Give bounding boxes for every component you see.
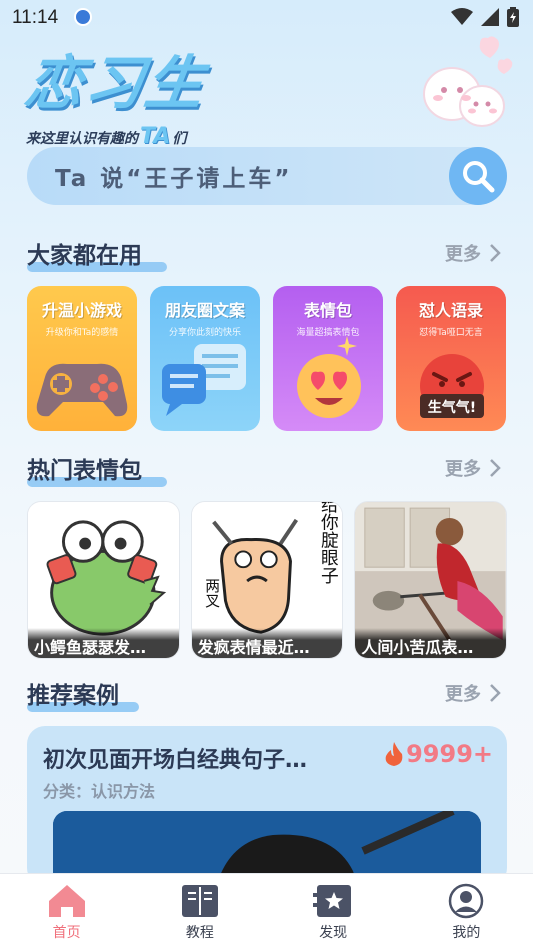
home-icon — [48, 885, 85, 917]
more-label[interactable]: 更多 — [445, 455, 481, 481]
emoji-card-crazy[interactable]: 给你腚眼子 两叉 发疯表情最近… — [190, 501, 344, 659]
bottom-tab-bar: 首页 教程 发现 我的 — [0, 873, 533, 948]
tab-home[interactable]: 首页 — [0, 874, 133, 948]
emoji-bottom-text: 两叉 — [203, 578, 220, 608]
more-label[interactable]: 更多 — [445, 680, 481, 706]
heart-eyes-emoji-icon — [297, 336, 361, 418]
tab-label[interactable]: 教程 — [186, 922, 214, 942]
gamepad-icon — [36, 363, 128, 417]
section-hot-emoji-header: 热门表情包 更多 — [27, 451, 507, 487]
emoji-card-monkey[interactable]: 人间小苦瓜表… — [354, 501, 508, 659]
recommend-case-card[interactable]: 初次见面开场白经典句子… 9999+ 分类：认识方法 — [27, 726, 507, 886]
section-hot-emoji-more[interactable]: 更多 — [445, 455, 501, 481]
tab-label[interactable]: 发现 — [319, 922, 347, 942]
case-category: 分类：认识方法 — [43, 782, 156, 801]
section-popular-header: 大家都在用 更多 — [27, 236, 507, 272]
chat-bubbles-icon — [162, 344, 246, 416]
status-time: 11:14 — [12, 7, 59, 28]
slogan-prefix: 来这里认识有趣的 — [26, 131, 138, 147]
tool-title: 怼人语录 — [418, 301, 483, 320]
wifi-icon — [451, 8, 473, 25]
emoji-caption: 发疯表情最近… — [191, 628, 343, 658]
discover-icon — [313, 885, 352, 917]
tool-title: 升温小游戏 — [41, 301, 122, 320]
tab-discover[interactable]: 发现 — [267, 874, 400, 948]
fire-icon — [385, 742, 403, 766]
chevron-right-icon — [490, 684, 501, 702]
more-label[interactable]: 更多 — [445, 240, 481, 266]
slogan-suffix: 们 — [172, 131, 187, 147]
profile-icon — [449, 883, 484, 919]
section-recommend-header: 推荐案例 更多 — [27, 676, 507, 712]
case-title: 初次见面开场白经典句子… — [43, 748, 308, 773]
search-button[interactable] — [449, 147, 507, 205]
book-icon — [181, 885, 218, 917]
angry-emoji-icon: 生气气! — [420, 354, 484, 418]
chevron-right-icon — [490, 244, 501, 262]
tool-title: 表情包 — [303, 301, 352, 320]
section-hot-emoji-title: 热门表情包 — [27, 458, 142, 484]
tool-card-retort[interactable]: 怼人语录 怼得Ta哑口无言 生气气! — [396, 286, 506, 431]
section-popular-more[interactable]: 更多 — [445, 240, 501, 266]
search-placeholder[interactable]: Ta 说“王子请上车” — [55, 159, 292, 193]
app-slogan: 来这里认识有趣的 TA 们 — [26, 124, 206, 149]
tool-card-moments[interactable]: 朋友圈文案 分享你此刻的快乐 — [150, 286, 260, 431]
angry-sign-text: 生气气! — [428, 399, 476, 416]
tool-title: 朋友圈文案 — [164, 301, 245, 320]
section-popular-title: 大家都在用 — [27, 243, 142, 269]
app-logo-title: 恋习生 — [20, 49, 211, 117]
emoji-caption: 小鳄鱼瑟瑟发… — [28, 628, 179, 658]
slogan-ta: TA — [140, 124, 171, 149]
hot-count-value: 9999+ — [406, 740, 493, 768]
mascot-icon — [423, 36, 513, 127]
tab-label[interactable]: 我的 — [452, 922, 480, 942]
emoji-list: 小鳄鱼瑟瑟发… 给你腚眼子 两叉 发疯表情最近… 人间小苦瓜表… — [27, 501, 508, 659]
emoji-caption: 人间小苦瓜表… — [355, 628, 507, 658]
tab-label[interactable]: 首页 — [53, 922, 81, 942]
tab-tutorial[interactable]: 教程 — [133, 874, 266, 948]
tool-card-stickers[interactable]: 表情包 海量超搞表情包 — [273, 286, 383, 431]
search-bar[interactable]: Ta 说“王子请上车” — [27, 147, 507, 205]
brand-header: 恋习生 来这里认识有趣的 TA 们 — [21, 36, 211, 149]
emoji-card-crocodile[interactable]: 小鳄鱼瑟瑟发… — [27, 501, 180, 659]
status-icons — [451, 7, 519, 27]
case-hot-count: 9999+ — [384, 740, 493, 768]
tool-list: 升温小游戏 升级你和Ta的感情 朋友圈文案 分享你此刻的快乐 表情包 海量超搞表… — [27, 286, 507, 431]
notification-app-icon — [74, 8, 92, 26]
section-recommend-more[interactable]: 更多 — [445, 680, 501, 706]
battery-icon — [507, 7, 519, 27]
chevron-right-icon — [490, 459, 501, 477]
signal-icon — [481, 8, 499, 26]
emoji-side-text: 给你腚眼子 — [318, 502, 339, 584]
status-bar: 11:14 — [0, 0, 533, 34]
tab-profile[interactable]: 我的 — [400, 874, 533, 948]
tool-card-game[interactable]: 升温小游戏 升级你和Ta的感情 — [27, 286, 137, 431]
section-recommend-title: 推荐案例 — [27, 683, 119, 709]
search-icon — [463, 161, 495, 193]
